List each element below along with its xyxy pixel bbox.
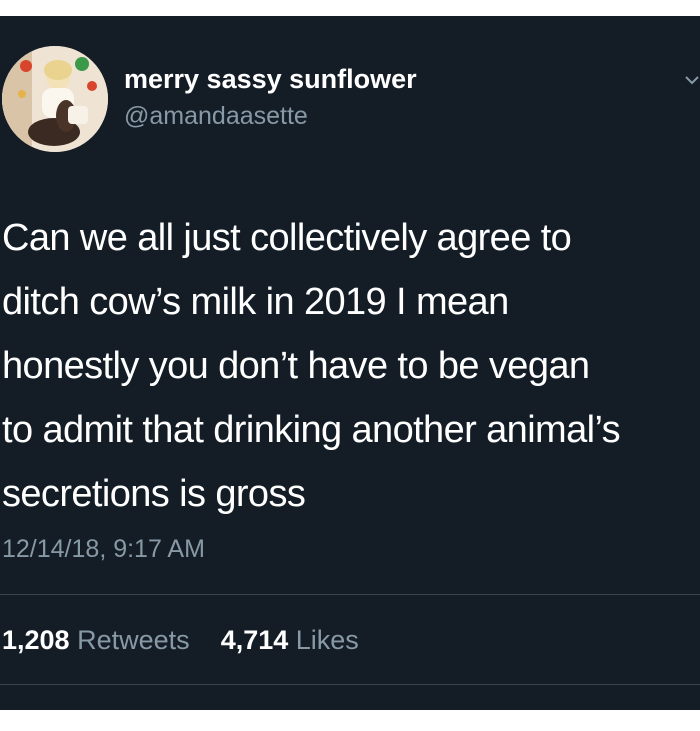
avatar[interactable] — [2, 46, 108, 152]
profile-photo-icon — [2, 46, 108, 152]
user-handle[interactable]: @amandaasette — [124, 100, 308, 132]
tweet-timestamp[interactable]: 12/14/18, 9:17 AM — [2, 532, 205, 566]
divider — [0, 594, 700, 595]
tweet-text: Can we all just collectively agree to di… — [2, 217, 621, 515]
likes-stat[interactable]: 4,714 Likes — [221, 625, 359, 655]
retweets-stat[interactable]: 1,208 Retweets — [2, 625, 197, 655]
likes-label: Likes — [295, 625, 359, 655]
divider — [0, 684, 700, 685]
display-name[interactable]: merry sassy sunflower — [124, 62, 417, 96]
tweet-card: merry sassy sunflower @amandaasette Can … — [0, 16, 700, 710]
likes-count: 4,714 — [220, 625, 289, 655]
retweets-label: Retweets — [77, 625, 190, 655]
retweets-count: 1,208 — [2, 625, 70, 655]
engagement-stats: 1,208 Retweets 4,714 Likes — [2, 622, 359, 658]
chevron-down-icon[interactable] — [684, 72, 700, 88]
